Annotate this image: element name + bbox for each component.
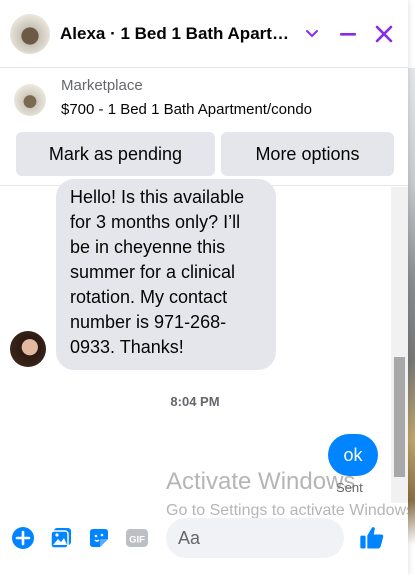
chat-window: Alexa · 1 Bed 1 Bath Apartment/condo Mar… [0, 0, 408, 575]
scrollbar[interactable] [391, 187, 408, 503]
chat-header: Alexa · 1 Bed 1 Bath Apartment/condo [0, 0, 408, 68]
header-actions [300, 22, 398, 46]
message-input-wrapper [166, 518, 408, 558]
message-composer: GIF [0, 508, 408, 568]
message-list: Hello! Is this available for 3 months on… [0, 179, 408, 503]
gif-icon[interactable]: GIF [124, 524, 150, 552]
chevron-down-icon[interactable] [300, 22, 324, 46]
marketplace-panel: Marketplace $700 - 1 Bed 1 Bath Apartmen… [0, 68, 408, 186]
listing-title: $700 - 1 Bed 1 Bath Apartment/condo [61, 101, 313, 118]
marketplace-label: Marketplace [61, 77, 143, 94]
like-icon[interactable] [358, 524, 386, 552]
conversation-title[interactable]: Alexa · 1 Bed 1 Bath Apartment/condo [60, 24, 296, 44]
incoming-message[interactable]: Hello! Is this available for 3 months on… [56, 179, 276, 370]
conversation-avatar[interactable] [10, 13, 50, 54]
sticker-icon[interactable] [86, 524, 112, 552]
message-status: Sent [336, 480, 363, 495]
outgoing-message[interactable]: ok [328, 434, 378, 476]
gif-label: GIF [129, 535, 145, 546]
plus-icon[interactable] [10, 524, 36, 552]
listing-info: Marketplace $700 - 1 Bed 1 Bath Apartmen… [61, 76, 312, 120]
photo-icon[interactable] [48, 524, 74, 552]
mark-as-pending-button[interactable]: Mark as pending [16, 132, 215, 176]
message-timestamp: 8:04 PM [170, 394, 220, 409]
sender-avatar[interactable] [10, 331, 46, 367]
scrollbar-thumb[interactable] [394, 357, 405, 477]
close-icon[interactable] [372, 22, 396, 46]
more-options-button[interactable]: More options [220, 132, 394, 176]
minimize-icon[interactable] [336, 22, 360, 46]
listing-actions: Mark as pending More options [16, 132, 394, 176]
listing-row[interactable]: Marketplace $700 - 1 Bed 1 Bath Apartmen… [14, 76, 394, 120]
background-page [407, 0, 415, 575]
listing-thumbnail [14, 84, 46, 116]
